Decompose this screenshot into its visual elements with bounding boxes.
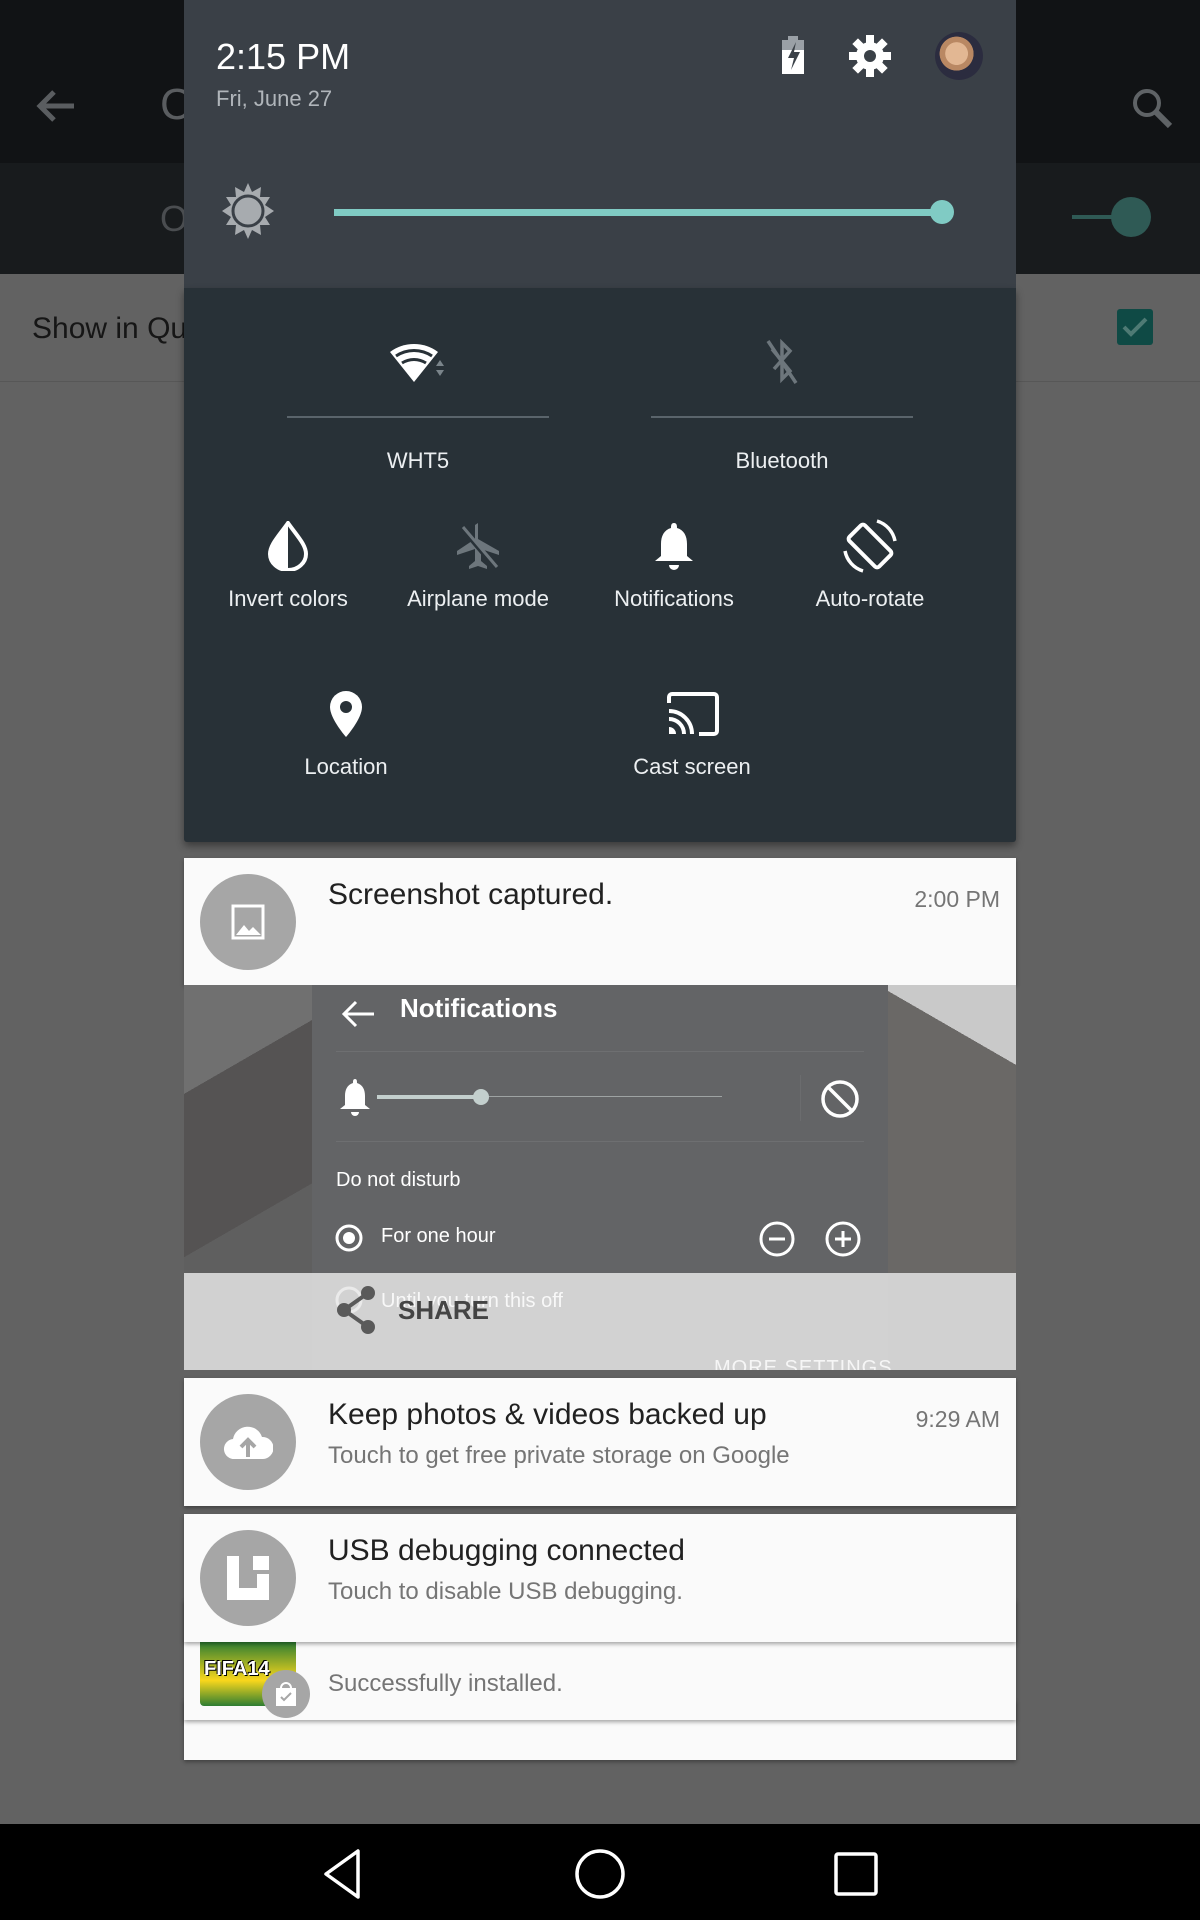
- airplane-off-icon: [448, 516, 508, 576]
- notification-title: Keep photos & videos backed up: [328, 1398, 767, 1431]
- nav-home-icon: [575, 1849, 625, 1899]
- preview-volume-slider: [377, 1089, 722, 1105]
- fifa-app-icon: FIFA14: [200, 1642, 310, 1718]
- notification-text: Successfully installed.: [328, 1670, 563, 1697]
- nav-home-button[interactable]: [570, 1846, 630, 1902]
- notification-actions-bar: [184, 1273, 1016, 1370]
- tile-label: Airplane mode: [407, 586, 549, 611]
- tile-airplane-mode[interactable]: Airplane mode: [396, 516, 560, 612]
- back-arrow-icon: [36, 90, 74, 122]
- user-avatar[interactable]: [935, 32, 983, 80]
- do-not-disturb-icon: [821, 1080, 859, 1118]
- nav-recents-button[interactable]: [826, 1846, 886, 1902]
- divider: [800, 1075, 801, 1121]
- tile-cast-screen[interactable]: Cast screen: [610, 684, 774, 780]
- usb-debug-icon: [200, 1530, 296, 1626]
- settings-gear-icon[interactable]: [848, 34, 892, 78]
- tile-label: Notifications: [614, 586, 734, 611]
- tile-invert-colors[interactable]: Invert colors: [206, 516, 370, 612]
- share-label: SHARE: [398, 1294, 490, 1325]
- quick-settings-tiles: WHT5 Bluetooth Invert colors Airplane mo…: [184, 288, 1016, 842]
- notification-time: 9:29 AM: [915, 1406, 1000, 1432]
- date: Fri, June 27: [216, 86, 333, 111]
- location-pin-icon: [316, 684, 376, 744]
- screenshot-preview[interactable]: Notifications Do not disturb For one hou…: [184, 985, 1016, 1370]
- notification-photos-backup[interactable]: Keep photos & videos backed up Touch to …: [184, 1378, 1016, 1506]
- tile-label: Bluetooth: [735, 448, 829, 473]
- divider: [336, 1051, 864, 1052]
- notification-title: USB debugging connected: [328, 1534, 685, 1567]
- tile-wifi[interactable]: WHT5: [287, 332, 549, 474]
- radio-selected-icon: [335, 1224, 363, 1252]
- bluetooth-off-icon: [752, 332, 812, 392]
- auto-rotate-icon: [840, 516, 900, 576]
- preview-wallpaper-right: [886, 985, 1016, 1273]
- clock: 2:15 PM: [216, 36, 351, 77]
- preview-dnd-label: Do not disturb: [336, 1169, 461, 1191]
- notification-text: Touch to get free private storage on Goo…: [328, 1442, 790, 1469]
- brightness-slider-thumb[interactable]: [930, 200, 954, 224]
- play-store-badge-icon: [262, 1670, 310, 1718]
- tile-label: Auto-rotate: [815, 586, 925, 611]
- share-icon: [337, 1286, 375, 1334]
- notification-time: 2:00 PM: [914, 886, 1000, 912]
- invert-colors-icon: [258, 516, 318, 576]
- tile-divider: [651, 416, 913, 418]
- battery-charging-icon: [782, 36, 804, 74]
- tile-label: Invert colors: [228, 586, 348, 611]
- cloud-upload-icon: [200, 1394, 296, 1490]
- image-icon: [200, 874, 296, 970]
- fifa-logo-text: FIFA14: [204, 1658, 270, 1680]
- notification-screenshot[interactable]: Screenshot captured. 2:00 PM: [184, 858, 1016, 985]
- tile-bluetooth[interactable]: Bluetooth: [651, 332, 913, 474]
- share-button[interactable]: SHARE: [334, 1285, 489, 1335]
- volume-thumb: [473, 1089, 489, 1105]
- divider: [336, 1141, 864, 1142]
- background-checkbox: [1117, 309, 1153, 345]
- navigation-bar: [0, 1824, 1200, 1920]
- volume-fill: [377, 1095, 481, 1099]
- tile-divider: [287, 416, 549, 418]
- quick-settings-header: 2:15 PM Fri, June 27: [184, 0, 1016, 288]
- notification-text: Touch to disable USB debugging.: [328, 1578, 683, 1605]
- wifi-icon: [388, 332, 448, 392]
- tile-location[interactable]: Location: [264, 684, 428, 780]
- background-row-label: Show in Qu: [32, 312, 188, 345]
- nav-recents-icon: [834, 1852, 878, 1896]
- plus-circle-icon: [825, 1221, 861, 1257]
- minus-circle-icon: [759, 1221, 795, 1257]
- brightness-sun-icon: [222, 183, 274, 239]
- nav-back-button[interactable]: [312, 1846, 372, 1902]
- search-icon: [1133, 89, 1173, 129]
- tile-label: Location: [304, 754, 388, 779]
- preview-wallpaper-left: [184, 985, 314, 1273]
- cast-icon: [662, 684, 722, 744]
- nav-back-icon: [324, 1849, 360, 1899]
- preview-more-settings: MORE SETTINGS: [714, 1357, 893, 1370]
- notification-usb-debugging[interactable]: USB debugging connected Touch to disable…: [184, 1514, 1016, 1642]
- brightness-slider[interactable]: [334, 194, 954, 230]
- tile-label: WHT5: [386, 448, 450, 473]
- background-toggle-switch: [1072, 197, 1151, 237]
- bell-icon: [340, 1079, 370, 1116]
- preview-option-one-hour: For one hour: [381, 1225, 496, 1247]
- tile-label: Cast screen: [633, 754, 751, 779]
- bell-icon: [644, 516, 704, 576]
- brightness-slider-fill: [334, 209, 942, 216]
- notification-title: Screenshot captured.: [328, 878, 614, 911]
- tile-notifications[interactable]: Notifications: [592, 516, 756, 612]
- preview-dialog-title: Notifications: [400, 993, 558, 1023]
- back-arrow-icon: [341, 1000, 374, 1028]
- tile-auto-rotate[interactable]: Auto-rotate: [788, 516, 952, 612]
